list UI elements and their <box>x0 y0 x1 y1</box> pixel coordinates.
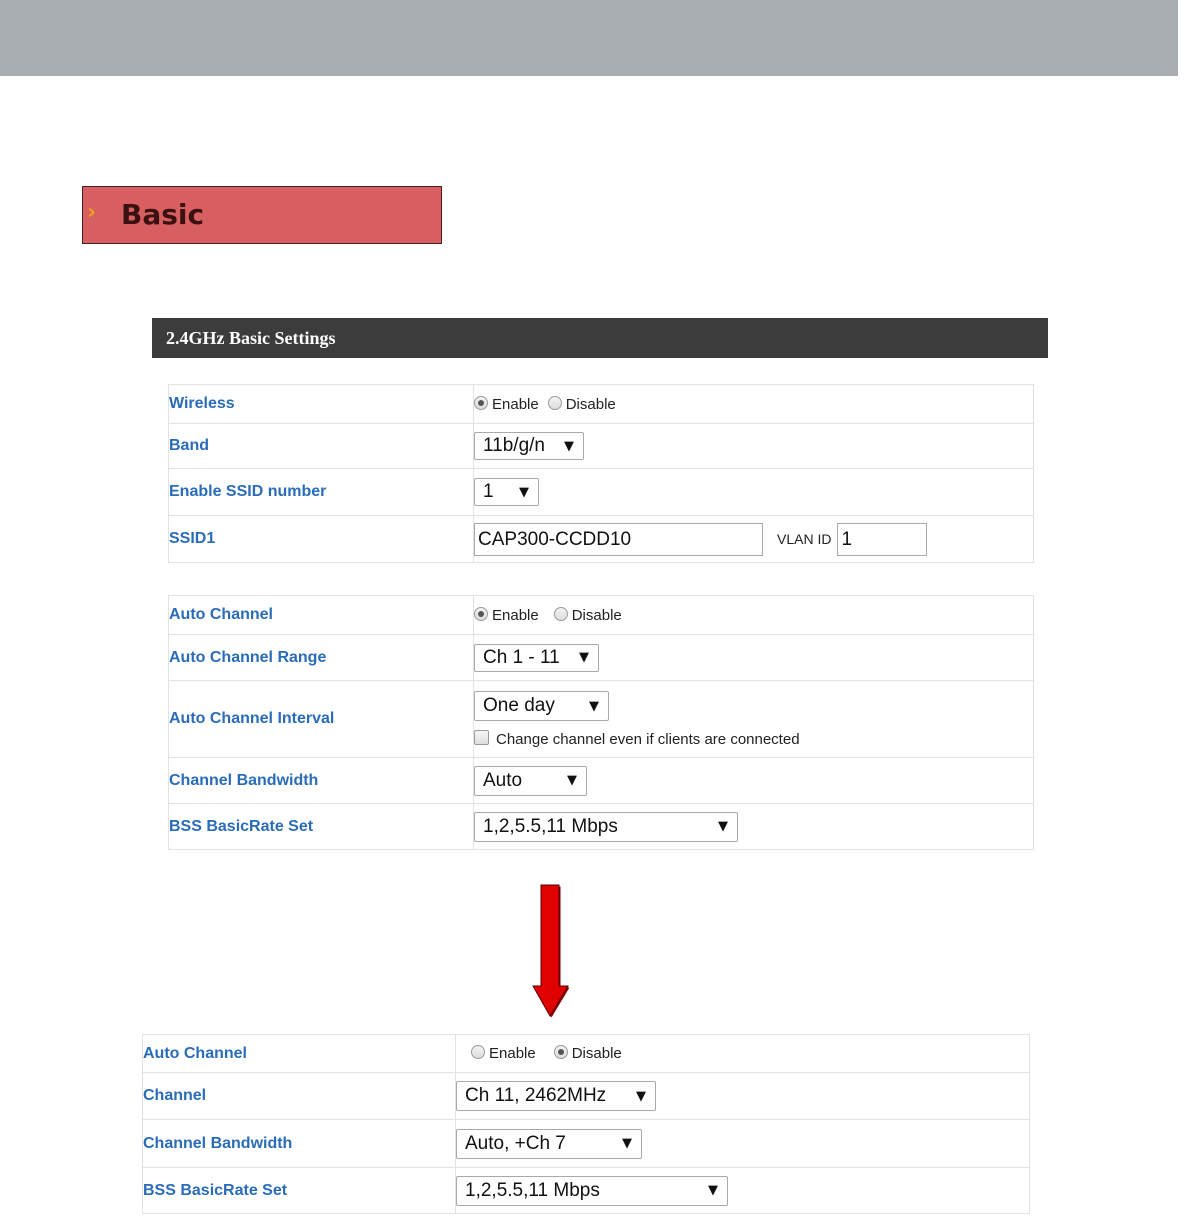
auto-channel-enable-radio[interactable] <box>471 1045 485 1059</box>
channel-bandwidth-select[interactable]: Auto ▼ <box>474 765 587 796</box>
wireless-disable-radio[interactable] <box>547 395 562 410</box>
section-header: 2.4GHz Basic Settings <box>152 318 1048 358</box>
dropdown-arrow-icon: ▼ <box>579 650 589 665</box>
auto-channel-disable-radio[interactable] <box>553 606 568 621</box>
dropdown-arrow-icon: ▼ <box>519 484 529 500</box>
channel-bandwidth-row: Channel Bandwidth Auto, +Ch 7 ▼ <box>142 1119 1030 1168</box>
auto-channel-interval-value: One day <box>483 695 555 716</box>
dropdown-arrow-icon: ▼ <box>567 773 577 788</box>
change-channel-checkbox[interactable] <box>474 730 489 745</box>
ssid1-label: SSID1 <box>168 515 474 563</box>
auto-channel-range-row: Auto Channel Range Ch 1 - 11 ▼ <box>168 634 1034 681</box>
channel-bandwidth-value: Auto <box>483 769 523 791</box>
bss-basic-rate-set-label: BSS BasicRate Set <box>142 1167 456 1214</box>
band-select-value: 11b/g/n <box>483 435 545 456</box>
band-label: Band <box>168 423 474 469</box>
auto-channel-label: Auto Channel <box>168 595 474 635</box>
channel-bandwidth-row: Channel Bandwidth Auto ▼ <box>168 757 1034 804</box>
auto-channel-interval-label: Auto Channel Interval <box>168 680 474 758</box>
dropdown-arrow-icon: ▼ <box>589 698 599 714</box>
wireless-row: Wireless Enable Disable <box>168 384 1034 424</box>
channel-row: Channel Ch 11, 2462MHz ▼ <box>142 1072 1030 1120</box>
channel-settings-table: Auto Channel Enable Disable Auto Channel … <box>168 595 1034 850</box>
band-row: Band 11b/g/n ▼ <box>168 423 1034 469</box>
bss-basic-rate-set-value: 1,2,5.5,11 Mbps <box>483 815 618 837</box>
channel-label: Channel <box>142 1072 456 1120</box>
auto-channel-enable-radio[interactable] <box>474 606 488 621</box>
auto-channel-enable-label: Enable <box>489 1045 536 1062</box>
ssid-number-value: 1 <box>483 481 494 502</box>
bss-basic-rate-set-value: 1,2,5.5,11 Mbps <box>465 1179 600 1201</box>
auto-channel-disabled-row: Auto Channel Enable Disable <box>142 1034 1030 1073</box>
auto-channel-disable-label: Disable <box>571 1045 622 1062</box>
ssid-number-row: Enable SSID number 1 ▼ <box>168 468 1034 516</box>
auto-channel-disable-label: Disable <box>571 606 622 624</box>
wireless-settings-table: Wireless Enable Disable Band 11b/g/n ▼ Ena… <box>168 384 1034 563</box>
channel-bandwidth-select[interactable]: Auto, +Ch 7 ▼ <box>456 1128 642 1159</box>
vlan-id-input[interactable]: 1 <box>837 522 928 556</box>
channel-bandwidth-value: Auto, +Ch 7 <box>465 1132 566 1154</box>
ssid-number-label: Enable SSID number <box>168 468 474 516</box>
wireless-label: Wireless <box>168 384 474 424</box>
basic-section-tab[interactable]: › Basic <box>82 186 442 244</box>
top-banner <box>0 0 1178 76</box>
wireless-enable-radio[interactable] <box>474 395 488 410</box>
ssid-number-select[interactable]: 1 ▼ <box>474 478 539 506</box>
dropdown-arrow-icon: ▼ <box>622 1136 632 1151</box>
bss-basic-rate-set-select[interactable]: 1,2,5.5,11 Mbps ▼ <box>474 811 738 842</box>
channel-bandwidth-label: Channel Bandwidth <box>142 1119 456 1168</box>
wireless-enable-label: Enable <box>492 395 539 413</box>
change-channel-checkbox-label: Change channel even if clients are conne… <box>496 731 800 748</box>
wireless-radio-group: Enable Disable <box>473 384 1034 424</box>
dropdown-arrow-icon: ▼ <box>564 438 574 454</box>
auto-channel-label: Auto Channel <box>142 1034 456 1073</box>
bss-basic-rate-set-row: BSS BasicRate Set 1,2,5.5,11 Mbps ▼ <box>168 803 1034 850</box>
auto-channel-row: Auto Channel Enable Disable <box>168 595 1034 635</box>
channel-disabled-table: Auto Channel Enable Disable Channel Ch 11… <box>142 1034 1030 1214</box>
auto-channel-range-value: Ch 1 - 11 <box>483 646 560 668</box>
bss-basic-rate-set-label: BSS BasicRate Set <box>168 803 474 850</box>
dropdown-arrow-icon: ▼ <box>636 1088 646 1104</box>
channel-select[interactable]: Ch 11, 2462MHz ▼ <box>456 1081 656 1111</box>
auto-channel-range-label: Auto Channel Range <box>168 634 474 681</box>
channel-bandwidth-label: Channel Bandwidth <box>168 757 474 804</box>
dropdown-arrow-icon: ▼ <box>708 1183 718 1198</box>
dropdown-arrow-icon: ▼ <box>718 819 728 834</box>
ssid1-row: SSID1 CAP300-CCDD10 VLAN ID 1 <box>168 515 1034 563</box>
auto-channel-range-select[interactable]: Ch 1 - 11 ▼ <box>474 643 599 672</box>
chevron-right-icon: › <box>87 200 97 225</box>
auto-channel-enable-label: Enable <box>492 606 539 624</box>
auto-channel-interval-row: Auto Channel Interval One day ▼ Change ch… <box>168 680 1034 758</box>
vlan-id-label: VLAN ID <box>777 531 832 547</box>
bss-basic-rate-set-select[interactable]: 1,2,5.5,11 Mbps ▼ <box>456 1175 728 1206</box>
band-select[interactable]: 11b/g/n ▼ <box>474 432 584 460</box>
basic-tab-label: Basic <box>121 198 205 231</box>
bss-basic-rate-set-row: BSS BasicRate Set 1,2,5.5,11 Mbps ▼ <box>142 1167 1030 1214</box>
wireless-disable-label: Disable <box>565 395 616 413</box>
ssid1-input[interactable]: CAP300-CCDD10 <box>474 522 763 556</box>
auto-channel-disable-radio[interactable] <box>553 1045 568 1059</box>
down-arrow-icon <box>532 884 570 1018</box>
auto-channel-interval-select[interactable]: One day ▼ <box>474 691 609 721</box>
channel-select-value: Ch 11, 2462MHz <box>465 1085 607 1106</box>
